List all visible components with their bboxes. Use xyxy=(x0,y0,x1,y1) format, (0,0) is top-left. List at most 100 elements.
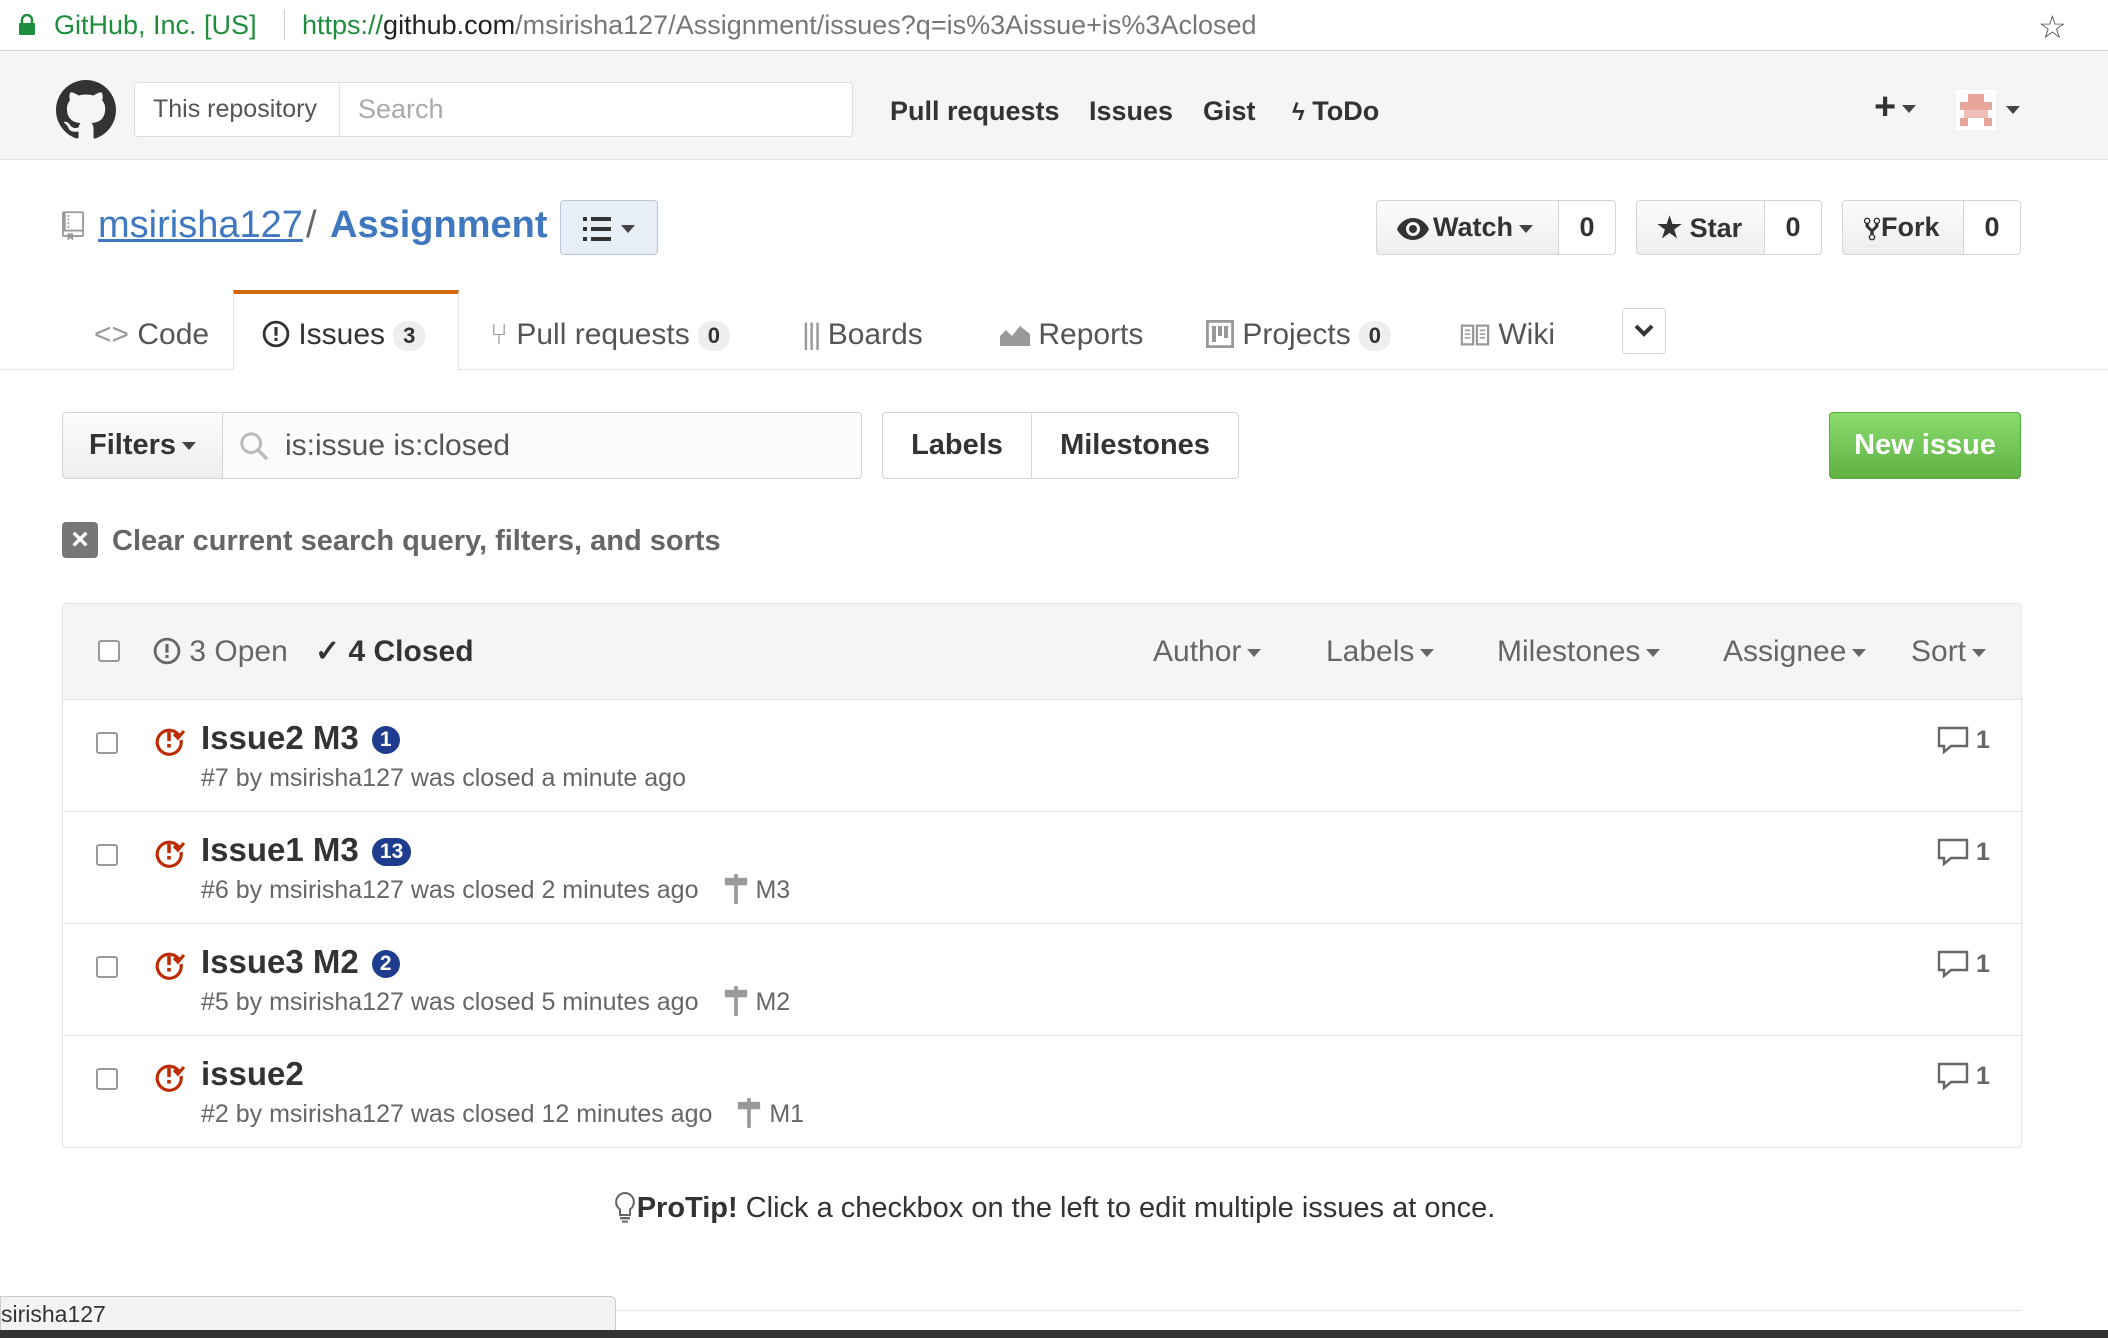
repo-name-link[interactable]: Assignment xyxy=(330,202,547,248)
tab-reports[interactable]: Reports xyxy=(1000,318,1143,368)
issue-label-badge[interactable]: 2 xyxy=(371,950,400,979)
sort-filter[interactable]: Sort xyxy=(1911,634,1987,670)
clear-filters-close-icon[interactable]: × xyxy=(62,522,98,558)
bolt-icon: ϟ xyxy=(1292,99,1305,126)
comment-icon xyxy=(1937,726,1969,755)
github-logo-icon[interactable] xyxy=(56,80,116,140)
issue-milestone-link[interactable]: M3 xyxy=(723,874,790,904)
comment-icon xyxy=(1937,838,1969,867)
tabs-more-button[interactable] xyxy=(1622,308,1666,354)
graph-icon xyxy=(1000,326,1030,346)
open-issues-toggle[interactable]: 3 Open xyxy=(153,634,288,670)
fork-button[interactable]: Fork xyxy=(1842,200,1964,255)
issue-checkbox[interactable] xyxy=(96,732,118,754)
milestones-button[interactable]: Milestones xyxy=(1031,412,1239,479)
issue-search[interactable] xyxy=(222,412,862,479)
issue-row[interactable]: issue2 #2 by msirisha127 was closed 12 m… xyxy=(63,1036,2021,1148)
issue-checkbox[interactable] xyxy=(96,956,118,978)
browser-url-bar[interactable]: GitHub, Inc. [US] https://github.com/msi… xyxy=(0,0,2108,51)
issues-list: 3 Open ✓ 4 Closed Author Labels Mileston… xyxy=(62,603,2022,1148)
new-issue-button[interactable]: New issue xyxy=(1829,412,2021,479)
repo-menu-button[interactable] xyxy=(560,200,658,255)
protip: ProTip! Click a checkbox on the left to … xyxy=(0,1190,2108,1226)
tab-code[interactable]: <> Code xyxy=(94,318,209,368)
select-all-checkbox[interactable] xyxy=(98,640,120,662)
tab-boards[interactable]: ||| Boards xyxy=(802,318,923,368)
issue-row[interactable]: Issue2 M3 1 #7 by msirisha127 was closed… xyxy=(63,700,2021,812)
eye-icon xyxy=(1397,217,1429,240)
issue-comments-link[interactable]: 1 xyxy=(1937,1062,1990,1091)
url-text[interactable]: https://github.com/msirisha127/Assignmen… xyxy=(302,8,1257,42)
issue-comments-link[interactable]: 1 xyxy=(1937,950,1990,979)
issue-milestone-link[interactable]: M1 xyxy=(736,1098,804,1128)
star-count[interactable]: 0 xyxy=(1764,200,1822,255)
assignee-filter[interactable]: Assignee xyxy=(1723,634,1867,670)
bookmark-star-icon[interactable]: ☆ xyxy=(2038,8,2067,46)
issues-list-header: 3 Open ✓ 4 Closed Author Labels Mileston… xyxy=(63,604,2021,700)
filters-button[interactable]: Filters xyxy=(62,412,223,479)
nav-issues[interactable]: Issues xyxy=(1089,94,1173,128)
nav-todo[interactable]: ϟ ToDo xyxy=(1292,94,1379,130)
issue-meta: #5 by msirisha127 was closed 5 minutes a… xyxy=(201,986,791,1016)
issue-search-input[interactable] xyxy=(283,413,843,478)
issue-meta: #6 by msirisha127 was closed 2 minutes a… xyxy=(201,874,791,904)
chevron-down-icon xyxy=(1247,649,1262,658)
issue-checkbox[interactable] xyxy=(96,844,118,866)
issue-label-badge[interactable]: 1 xyxy=(371,726,400,755)
check-icon: ✓ xyxy=(315,635,341,668)
avatar[interactable] xyxy=(1956,90,1996,130)
issue-label-badge[interactable]: 13 xyxy=(371,838,412,867)
author-filter[interactable]: Author xyxy=(1153,634,1262,670)
chevron-down-icon xyxy=(1902,104,1917,113)
chevron-down-icon xyxy=(1519,224,1533,233)
clear-filters-link[interactable]: Clear current search query, filters, and… xyxy=(112,524,721,558)
issue-title-link[interactable]: Issue3 M2 2 xyxy=(201,942,400,982)
closed-issues-toggle[interactable]: ✓ 4 Closed xyxy=(315,634,474,670)
list-icon xyxy=(583,217,611,241)
issue-comments-link[interactable]: 1 xyxy=(1937,726,1990,755)
fork-count[interactable]: 0 xyxy=(1963,200,2021,255)
labels-filter[interactable]: Labels xyxy=(1326,634,1435,670)
issue-checkbox[interactable] xyxy=(96,1068,118,1090)
project-icon xyxy=(1205,319,1235,349)
site-search[interactable]: This repository xyxy=(134,82,853,137)
issue-opened-icon xyxy=(262,320,290,348)
issues-count: 3 xyxy=(393,321,426,352)
issue-comments-link[interactable]: 1 xyxy=(1937,838,1990,867)
search-icon xyxy=(240,432,269,461)
watch-button[interactable]: Watch xyxy=(1376,200,1559,255)
tab-issues[interactable]: Issues 3 xyxy=(262,318,426,368)
comment-icon xyxy=(1937,1062,1969,1091)
fork-icon xyxy=(1863,217,1881,241)
issue-row[interactable]: Issue1 M3 13 #6 by msirisha127 was close… xyxy=(63,812,2021,924)
projects-count: 0 xyxy=(1358,321,1391,352)
issue-title-link[interactable]: Issue2 M3 1 xyxy=(201,718,400,758)
nav-gist[interactable]: Gist xyxy=(1203,94,1256,128)
nav-pull-requests[interactable]: Pull requests xyxy=(890,94,1060,128)
chevron-down-icon xyxy=(1420,649,1435,658)
watch-count[interactable]: 0 xyxy=(1558,200,1616,255)
secure-origin-label: GitHub, Inc. [US] xyxy=(54,10,257,40)
labels-button[interactable]: Labels xyxy=(882,412,1032,479)
pull-requests-count: 0 xyxy=(697,321,731,352)
issue-closed-icon xyxy=(155,728,185,756)
link-status-bar: sirisha127 xyxy=(0,1296,616,1332)
tab-wiki[interactable]: Wiki xyxy=(1460,318,1555,368)
code-icon: <> xyxy=(94,318,130,351)
milestones-filter[interactable]: Milestones xyxy=(1497,634,1661,670)
issue-title-link[interactable]: Issue1 M3 13 xyxy=(201,830,412,870)
repo-owner-link[interactable]: msirisha127 xyxy=(98,202,303,248)
issue-row[interactable]: Issue3 M2 2 #5 by msirisha127 was closed… xyxy=(63,924,2021,1036)
tab-projects[interactable]: Projects 0 xyxy=(1205,318,1391,368)
repo-path-separator: / xyxy=(306,204,317,246)
url-separator xyxy=(284,10,285,40)
tab-pull-requests[interactable]: ⑂ Pull requests 0 xyxy=(490,318,731,368)
avatar-chevron-down-icon[interactable] xyxy=(2006,106,2020,114)
issue-milestone-link[interactable]: M2 xyxy=(723,986,790,1016)
create-new-plus-icon[interactable]: + xyxy=(1874,86,1917,129)
git-pull-request-icon: ⑂ xyxy=(490,318,508,351)
star-button[interactable]: ★ Star xyxy=(1636,200,1765,255)
issue-title-link[interactable]: issue2 xyxy=(201,1054,304,1094)
chevron-down-icon xyxy=(1972,649,1987,658)
search-input[interactable] xyxy=(340,83,850,136)
